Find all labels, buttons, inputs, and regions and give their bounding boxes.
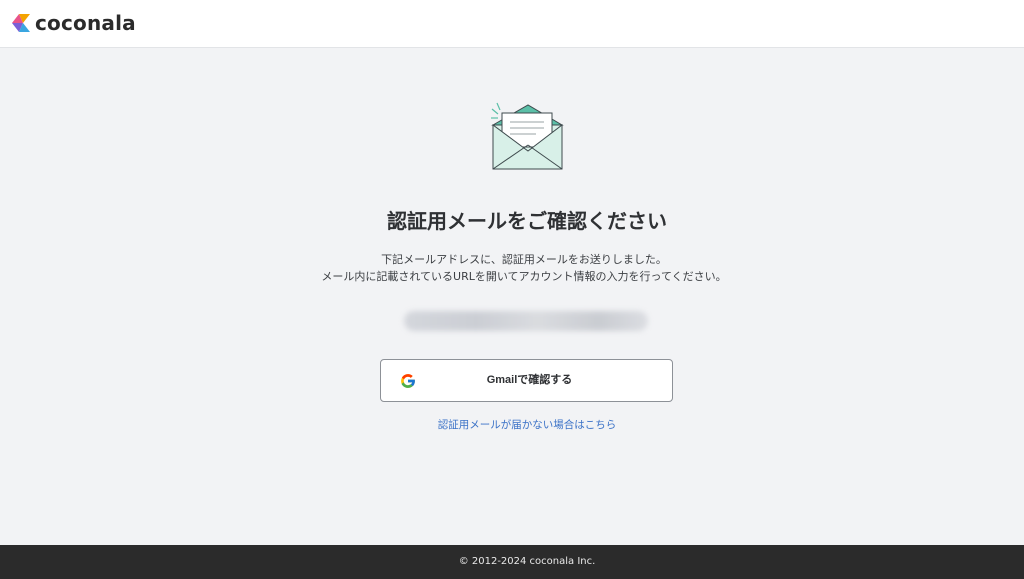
page-title: 認証用メールをご確認ください — [387, 209, 667, 233]
description-line-2: メール内に記載されているURLを開いてアカウント情報の入力を行ってください。 — [321, 270, 727, 283]
copyright-text: © 2012-2024 coconala Inc. — [458, 556, 596, 567]
envelope-icon — [491, 102, 564, 170]
site-header: coconala — [0, 0, 1024, 48]
coconala-logo-icon — [12, 14, 30, 32]
site-footer: © 2012-2024 coconala Inc. — [0, 545, 1024, 579]
logo-text: coconala — [35, 11, 136, 35]
gmail-confirm-button[interactable]: Gmailで確認する — [380, 359, 673, 402]
gmail-button-label: Gmailで確認する — [486, 374, 573, 386]
description-line-1: 下記メールアドレスに、認証用メールをお送りしました。 — [381, 253, 667, 266]
email-not-received-link[interactable]: 認証用メールが届かない場合はこちら — [0, 418, 1024, 432]
main-content: 認証用メールをご確認ください 下記メールアドレスに、認証用メールをお送りしました… — [0, 48, 1024, 545]
email-address-blurred — [404, 311, 648, 331]
coconala-logo[interactable]: coconala — [10, 9, 136, 37]
description: 下記メールアドレスに、認証用メールをお送りしました。 メール内に記載されているU… — [0, 251, 1024, 285]
